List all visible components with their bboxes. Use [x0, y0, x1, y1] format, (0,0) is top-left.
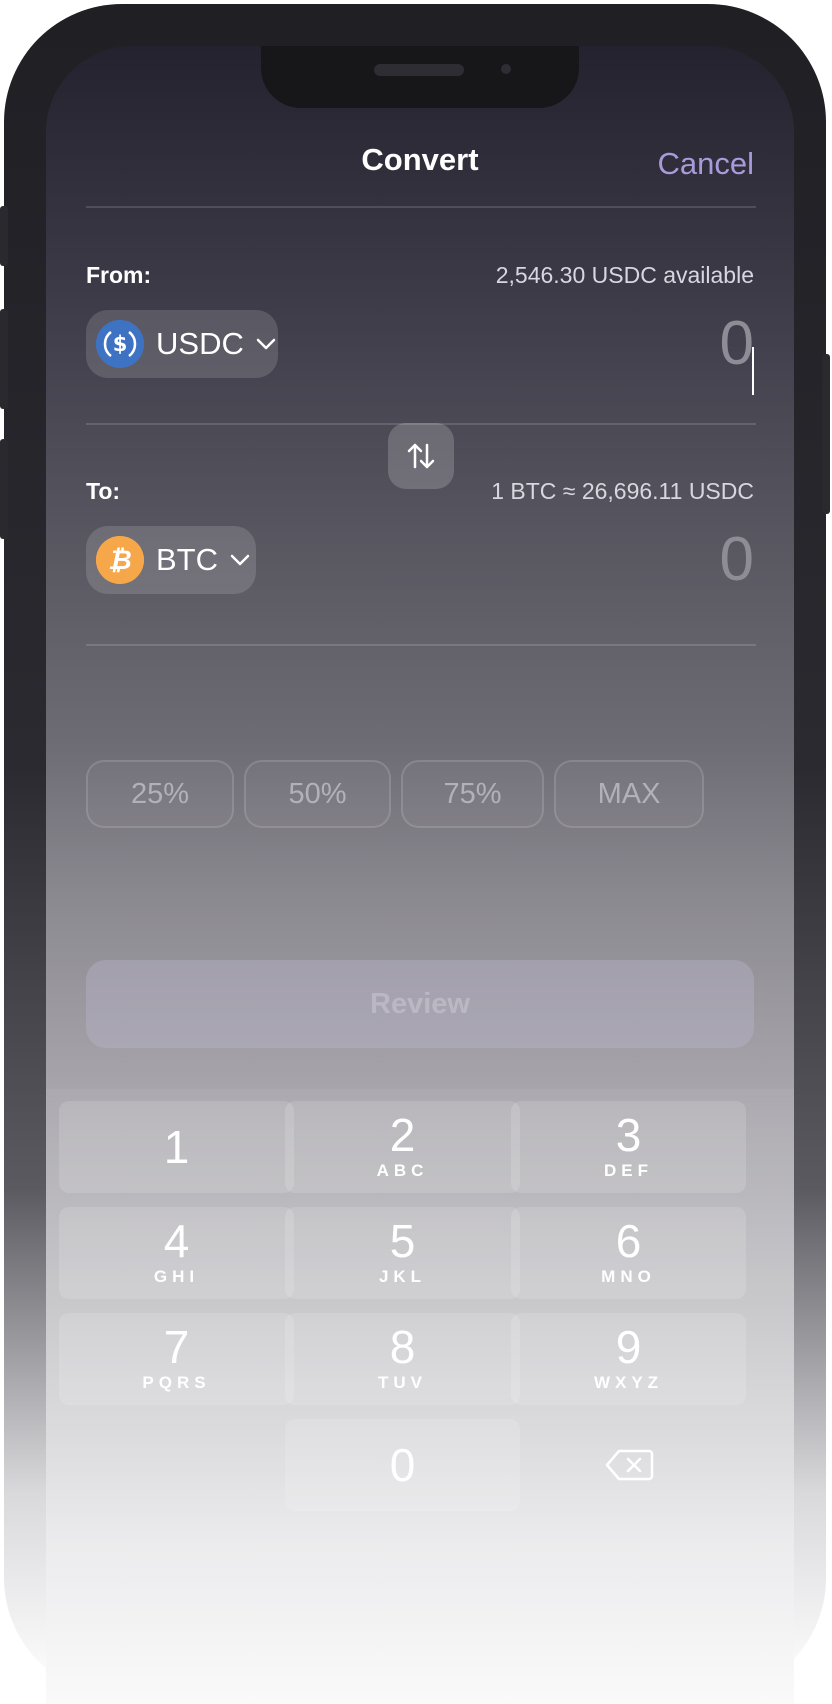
available-balance: 2,546.30 USDC available	[495, 262, 754, 288]
to-asset-selector[interactable]: ₿ BTC	[86, 526, 256, 594]
key-letters: MNO	[601, 1267, 656, 1286]
key-9[interactable]: 9 WXYZ	[511, 1313, 746, 1405]
notch	[261, 46, 579, 108]
key-5[interactable]: 5 JKL	[285, 1207, 520, 1299]
key-digit: 7	[163, 1321, 190, 1373]
volume-up-button	[0, 309, 8, 409]
front-camera	[501, 64, 511, 74]
key-2[interactable]: 2 ABC	[285, 1101, 520, 1193]
key-3[interactable]: 3 DEF	[511, 1101, 746, 1193]
from-asset-selector[interactable]: $ USDC	[86, 310, 278, 378]
key-letters: ABC	[376, 1161, 429, 1180]
key-letters: DEF	[604, 1161, 653, 1180]
power-button	[822, 354, 830, 514]
backspace-icon	[605, 1449, 653, 1481]
key-digit: 1	[163, 1121, 190, 1173]
key-6[interactable]: 6 MNO	[511, 1207, 746, 1299]
max-button[interactable]: MAX	[554, 760, 704, 828]
key-digit: 5	[389, 1215, 416, 1267]
key-1[interactable]: 1	[59, 1101, 294, 1193]
percent-25-button[interactable]: 25%	[86, 760, 234, 828]
percent-75-button[interactable]: 75%	[401, 760, 544, 828]
percent-50-button[interactable]: 50%	[244, 760, 391, 828]
from-amount-input[interactable]: 0	[720, 308, 754, 379]
from-label: From:	[86, 262, 152, 288]
svg-text:₿: ₿	[108, 545, 132, 576]
svg-text:$: $	[113, 332, 128, 356]
key-digit: 6	[615, 1215, 642, 1267]
review-button[interactable]: Review	[86, 960, 754, 1048]
chevron-down-icon	[230, 554, 250, 566]
key-letters: GHI	[153, 1267, 200, 1286]
key-4[interactable]: 4 GHI	[59, 1207, 294, 1299]
key-digit: 4	[163, 1215, 190, 1267]
speaker-grille	[374, 64, 464, 76]
header-divider	[86, 206, 756, 208]
exchange-rate: 1 BTC ≈ 26,696.11 USDC	[491, 478, 754, 504]
numeric-keypad: 1 2 ABC 3 DEF 4 GHI 5 JKL 6 MNO 7 PQRS 8…	[46, 1089, 794, 1704]
to-label: To:	[86, 478, 121, 504]
phone-frame: Convert Cancel From: 2,546.30 USDC avail…	[0, 4, 830, 1704]
key-digit: 0	[389, 1439, 416, 1491]
section-divider	[86, 644, 756, 646]
from-asset-label: USDC	[156, 326, 244, 361]
key-letters: WXYZ	[593, 1373, 664, 1392]
volume-down-button	[0, 439, 8, 539]
btc-coin-icon: ₿	[96, 536, 144, 584]
swap-arrows-icon	[407, 443, 435, 469]
key-digit: 8	[389, 1321, 416, 1373]
key-7[interactable]: 7 PQRS	[59, 1313, 294, 1405]
to-asset-label: BTC	[156, 542, 218, 577]
usdc-coin-icon: $	[96, 320, 144, 368]
app-screen: Convert Cancel From: 2,546.30 USDC avail…	[46, 46, 794, 1704]
text-cursor	[752, 347, 754, 395]
key-digit: 2	[389, 1109, 416, 1161]
key-letters: JKL	[378, 1267, 427, 1286]
key-digit: 9	[615, 1321, 642, 1373]
key-digit: 3	[615, 1109, 642, 1161]
key-0[interactable]: 0	[285, 1419, 520, 1511]
mute-switch	[0, 206, 8, 266]
key-blank	[59, 1419, 294, 1511]
key-letters: TUV	[378, 1373, 427, 1392]
key-8[interactable]: 8 TUV	[285, 1313, 520, 1405]
to-amount-output: 0	[719, 525, 754, 594]
chevron-down-icon	[256, 338, 276, 350]
cancel-button[interactable]: Cancel	[658, 146, 755, 182]
key-letters: PQRS	[142, 1373, 211, 1392]
swap-direction-button[interactable]	[388, 423, 454, 489]
backspace-key[interactable]	[511, 1419, 746, 1511]
